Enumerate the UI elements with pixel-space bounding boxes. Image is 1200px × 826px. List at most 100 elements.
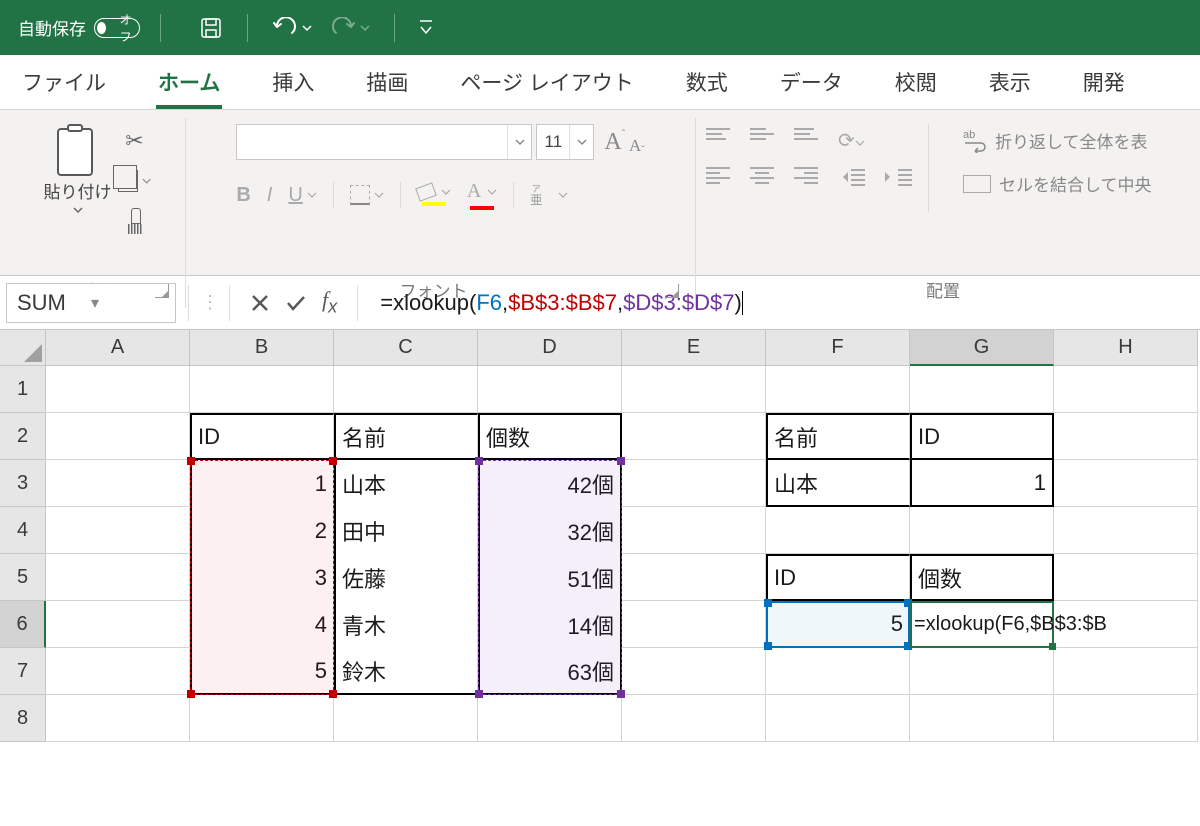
row-header-8[interactable]: 8 <box>0 695 46 742</box>
tab-file[interactable]: ファイル <box>16 57 112 109</box>
cell-H4[interactable] <box>1054 507 1198 554</box>
cell-F8[interactable] <box>766 695 910 742</box>
cell-C3[interactable]: 山本 <box>334 460 478 507</box>
format-painter-button[interactable] <box>118 206 152 236</box>
paste-button[interactable]: 貼り付け <box>44 124 112 215</box>
cell-C2[interactable]: 名前 <box>334 413 478 460</box>
cell-G7[interactable] <box>910 648 1054 695</box>
cell-F4[interactable] <box>766 507 910 554</box>
cell-D4[interactable]: 32個 <box>478 507 622 554</box>
cell-E2[interactable] <box>622 413 766 460</box>
col-header-A[interactable]: A <box>46 330 190 366</box>
cell-D1[interactable] <box>478 366 622 413</box>
font-color-button[interactable]: A <box>467 180 497 210</box>
row-header-5[interactable]: 5 <box>0 554 46 601</box>
cell-B6[interactable]: 4 <box>190 601 334 648</box>
cell-B8[interactable] <box>190 695 334 742</box>
toggle-switch[interactable]: オフ <box>94 18 140 38</box>
cell-C7[interactable]: 鈴木 <box>334 648 478 695</box>
cut-button[interactable]: ✂ <box>118 126 152 156</box>
cell-F6[interactable]: 5 <box>766 601 910 648</box>
wrap-text-button[interactable]: 折り返して全体を表 <box>963 128 1152 153</box>
autosave-toggle[interactable]: 自動保存 オフ <box>18 15 140 40</box>
orientation-button[interactable]: ⟳ <box>838 128 865 153</box>
row-header-4[interactable]: 4 <box>0 507 46 554</box>
row-header-7[interactable]: 7 <box>0 648 46 695</box>
cell-E5[interactable] <box>622 554 766 601</box>
col-header-F[interactable]: F <box>766 330 910 366</box>
cell-F5[interactable]: ID <box>766 554 910 601</box>
cell-C8[interactable] <box>334 695 478 742</box>
tab-insert[interactable]: 挿入 <box>266 57 320 109</box>
row-header-2[interactable]: 2 <box>0 413 46 460</box>
cell-D5[interactable]: 51個 <box>478 554 622 601</box>
fill-color-button[interactable] <box>417 185 451 206</box>
align-top-button[interactable] <box>706 128 730 148</box>
cancel-formula-button[interactable] <box>242 285 278 321</box>
tab-view[interactable]: 表示 <box>983 57 1037 109</box>
phonetic-button[interactable]: ア亜 <box>530 185 542 206</box>
undo-button[interactable] <box>272 17 312 39</box>
cell-E1[interactable] <box>622 366 766 413</box>
cell-G1[interactable] <box>910 366 1054 413</box>
cell-A6[interactable] <box>46 601 190 648</box>
drag-handle[interactable]: ⋮ <box>201 292 217 313</box>
border-button[interactable] <box>350 185 384 205</box>
enter-formula-button[interactable] <box>278 285 314 321</box>
chevron-down-icon[interactable] <box>569 125 593 159</box>
align-center-button[interactable] <box>750 167 774 187</box>
cell-A8[interactable] <box>46 695 190 742</box>
tab-draw[interactable]: 描画 <box>360 57 414 109</box>
copy-button[interactable] <box>118 166 152 196</box>
cell-G8[interactable] <box>910 695 1054 742</box>
cell-C1[interactable] <box>334 366 478 413</box>
insert-function-button[interactable]: fx <box>322 287 337 317</box>
cell-F7[interactable] <box>766 648 910 695</box>
merge-cells-button[interactable]: セルを結合して中央 <box>963 171 1152 196</box>
align-right-button[interactable] <box>794 167 818 187</box>
font-name-input[interactable] <box>237 133 507 151</box>
col-header-D[interactable]: D <box>478 330 622 366</box>
cell-B2[interactable]: ID <box>190 413 334 460</box>
cell-B5[interactable]: 3 <box>190 554 334 601</box>
cell-D7[interactable]: 63個 <box>478 648 622 695</box>
cell-B3[interactable]: 1 <box>190 460 334 507</box>
col-header-B[interactable]: B <box>190 330 334 366</box>
chevron-down-icon[interactable] <box>72 205 84 215</box>
col-header-C[interactable]: C <box>334 330 478 366</box>
cell-B7[interactable]: 5 <box>190 648 334 695</box>
cell-H5[interactable] <box>1054 554 1198 601</box>
cell-E6[interactable] <box>622 601 766 648</box>
save-button[interactable] <box>199 16 223 40</box>
cell-E4[interactable] <box>622 507 766 554</box>
cell-B1[interactable] <box>190 366 334 413</box>
cell-H1[interactable] <box>1054 366 1198 413</box>
underline-button[interactable]: U <box>288 184 316 207</box>
cell-H2[interactable] <box>1054 413 1198 460</box>
chevron-down-icon[interactable] <box>558 191 568 199</box>
chevron-down-icon[interactable] <box>507 125 531 159</box>
cell-G3[interactable]: 1 <box>910 460 1054 507</box>
cell-D6[interactable]: 14個 <box>478 601 622 648</box>
row-header-6[interactable]: 6 <box>0 601 46 648</box>
cell-B4[interactable]: 2 <box>190 507 334 554</box>
cell-G6[interactable]: =xlookup(F6,$B$3:$B <box>910 601 1054 648</box>
grow-font-button[interactable]: Aˆ <box>604 129 625 156</box>
cell-D8[interactable] <box>478 695 622 742</box>
italic-button[interactable]: I <box>267 184 273 207</box>
cell-A4[interactable] <box>46 507 190 554</box>
cell-F1[interactable] <box>766 366 910 413</box>
row-header-1[interactable]: 1 <box>0 366 46 413</box>
cell-E3[interactable] <box>622 460 766 507</box>
name-box[interactable]: SUM ▾ <box>6 283 176 323</box>
tab-data[interactable]: データ <box>774 57 849 109</box>
formula-input[interactable]: =xlookup(F6,$B$3:$B$7,$D$3:$D$7) <box>370 283 1200 323</box>
cell-A7[interactable] <box>46 648 190 695</box>
align-middle-button[interactable] <box>750 128 774 148</box>
cell-F2[interactable]: 名前 <box>766 413 910 460</box>
col-header-G[interactable]: G <box>910 330 1054 366</box>
cell-C4[interactable]: 田中 <box>334 507 478 554</box>
col-header-E[interactable]: E <box>622 330 766 366</box>
cell-A2[interactable] <box>46 413 190 460</box>
cell-G5[interactable]: 個数 <box>910 554 1054 601</box>
